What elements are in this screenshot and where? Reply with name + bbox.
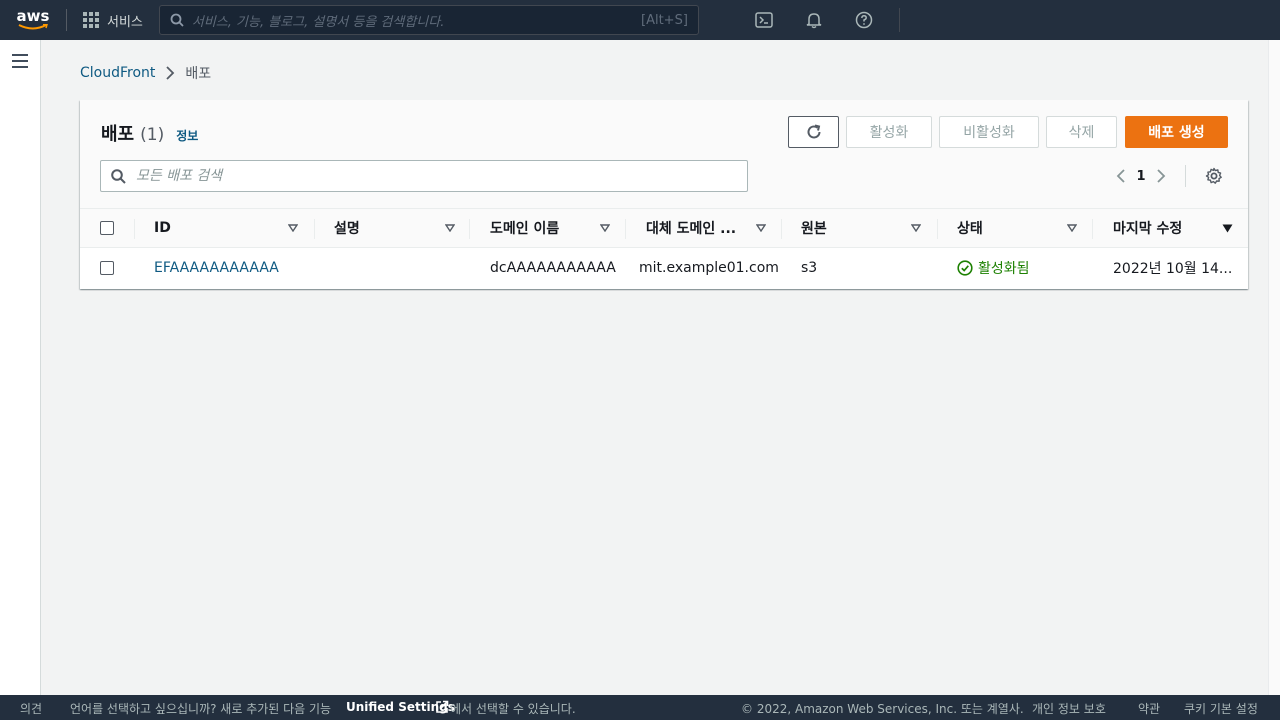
chevron-left-icon (1116, 169, 1125, 183)
row-checkbox[interactable] (100, 261, 114, 275)
pagination: 1 (1107, 164, 1228, 188)
terms-link[interactable]: 약관 (1138, 700, 1160, 717)
chevron-right-icon (166, 66, 175, 80)
search-shortcut: [Alt+S] (641, 12, 688, 28)
select-all-checkbox-cell (100, 209, 114, 247)
column-header-description[interactable]: 설명 (334, 209, 360, 247)
status-text: 활성화됨 (978, 261, 1030, 277)
column-header-status[interactable]: 상태 (957, 209, 983, 247)
sort-descending-icon[interactable] (1222, 209, 1233, 247)
column-header-last-modified[interactable]: 마지막 수정 (1113, 209, 1182, 247)
next-page-button[interactable] (1147, 164, 1175, 188)
distribution-id-link[interactable]: EFAAAAAAAAAAA (154, 248, 279, 288)
search-icon (111, 168, 126, 184)
pager-divider (1185, 165, 1186, 187)
table-header: ID 설명 도메인 이름 대체 도메인 ... 원본 상태 마지막 수정 (80, 208, 1248, 248)
distribution-count: (1) (140, 125, 165, 145)
distributions-table-container: 배포 (1) 정보 활성화 비활성화 삭제 배포 생성 모든 배포 검색 1 I… (80, 100, 1248, 289)
cloudshell-button[interactable] (739, 0, 789, 40)
aws-logo[interactable]: aws (0, 0, 66, 40)
breadcrumb-cloudfront[interactable]: CloudFront (80, 65, 155, 81)
preferences-button[interactable] (1200, 164, 1228, 188)
panel-title: 배포 (1) 정보 (101, 120, 198, 146)
footer: 의견 언어를 선택하고 싶으십니까? 새로 추가된 다음 기능 Unified … (0, 695, 1280, 720)
search-placeholder: 서비스, 기능, 블로그, 설명서 등을 검색합니다. (191, 14, 445, 30)
column-divider (1092, 219, 1093, 239)
language-prompt-suffix: 에서 선택할 수 있습니다. (450, 702, 576, 716)
column-divider (469, 219, 470, 239)
column-header-origin[interactable]: 원본 (801, 209, 827, 247)
privacy-link[interactable]: 개인 정보 보호 (1032, 700, 1106, 717)
cloudshell-icon (755, 12, 773, 28)
breadcrumb: CloudFront 배포 (80, 63, 211, 83)
select-all-checkbox[interactable] (100, 221, 114, 235)
external-link-icon (435, 700, 449, 717)
table-row[interactable]: EFAAAAAAAAAAA dcAAAAAAAAAAA mit.example0… (80, 248, 1248, 288)
sort-icon[interactable] (445, 209, 455, 247)
grid-icon (83, 12, 99, 28)
copyright-text: © 2022, Amazon Web Services, Inc. 또는 계열사… (741, 702, 1024, 716)
help-button[interactable] (839, 0, 889, 40)
column-divider (314, 219, 315, 239)
search-icon (170, 13, 184, 27)
page-title: 배포 (101, 124, 135, 145)
current-page-number[interactable]: 1 (1135, 169, 1147, 184)
table-header-panel: 배포 (1) 정보 활성화 비활성화 삭제 배포 생성 모든 배포 검색 1 (80, 100, 1248, 208)
top-navigation: aws 서비스 서비스, 기능, 블로그, 설명서 등을 검색합니다. [Alt… (0, 0, 1280, 40)
refresh-button[interactable] (788, 116, 839, 148)
refresh-icon (807, 124, 820, 139)
row-checkbox-cell (100, 248, 114, 288)
create-distribution-button[interactable]: 배포 생성 (1125, 116, 1228, 148)
language-prompt: 언어를 선택하고 싶으십니까? 새로 추가된 다음 기능 (70, 702, 332, 716)
services-label: 서비스 (107, 14, 143, 30)
aws-smile-icon (18, 24, 48, 30)
gear-icon (1205, 167, 1222, 184)
delete-button[interactable]: 삭제 (1046, 116, 1117, 148)
services-menu[interactable]: 서비스 (67, 0, 155, 40)
sort-icon[interactable] (288, 209, 298, 247)
feedback-link[interactable]: 의견 (20, 700, 42, 717)
sort-icon[interactable] (1067, 209, 1077, 247)
global-search-input[interactable]: 서비스, 기능, 블로그, 설명서 등을 검색합니다. [Alt+S] (158, 5, 699, 35)
sort-icon[interactable] (911, 209, 921, 247)
column-header-alt-domain[interactable]: 대체 도메인 ... (646, 209, 736, 247)
nav-divider (898, 8, 900, 32)
check-circle-icon (957, 260, 973, 276)
column-divider (937, 219, 938, 239)
menu-icon[interactable] (12, 54, 28, 68)
status-badge: 활성화됨 (957, 248, 1030, 288)
sort-icon[interactable] (600, 209, 610, 247)
scrollbar[interactable] (1268, 40, 1280, 695)
cookie-preferences-link[interactable]: 쿠키 기본 설정 (1184, 700, 1258, 717)
column-divider (134, 219, 135, 239)
help-icon (855, 11, 873, 29)
notifications-button[interactable] (789, 0, 839, 40)
info-link[interactable]: 정보 (176, 127, 198, 144)
distribution-origin: s3 (801, 260, 818, 276)
chevron-right-icon (1157, 169, 1166, 183)
column-header-id[interactable]: ID (154, 209, 171, 247)
previous-page-button[interactable] (1107, 164, 1135, 188)
side-navigation-rail (0, 40, 41, 695)
column-divider (781, 219, 782, 239)
deactivate-button[interactable]: 비활성화 (939, 116, 1039, 148)
breadcrumb-current: 배포 (185, 66, 212, 82)
sort-icon[interactable] (756, 209, 766, 247)
bell-icon (806, 13, 822, 29)
distribution-last-modified: 2022년 10월 14... (1113, 261, 1233, 277)
column-header-domain[interactable]: 도메인 이름 (490, 209, 559, 247)
activate-button[interactable]: 활성화 (846, 116, 932, 148)
column-divider (625, 219, 626, 239)
filter-search (100, 160, 748, 192)
distribution-alt-domain: mit.example01.com (639, 260, 779, 276)
distribution-domain: dcAAAAAAAAAAA (490, 260, 616, 276)
filter-input[interactable] (136, 168, 737, 184)
